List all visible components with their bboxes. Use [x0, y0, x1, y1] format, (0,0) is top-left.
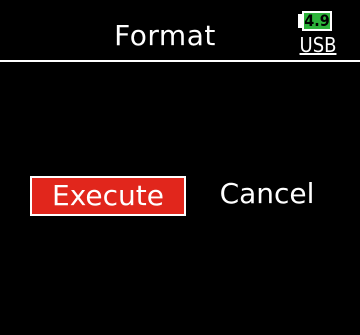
- header: Format 4.9 USB: [0, 0, 360, 60]
- execute-button[interactable]: Execute: [30, 176, 186, 216]
- header-divider: [0, 60, 360, 62]
- format-screen: Format 4.9 USB Execute Cancel: [0, 0, 360, 335]
- power-source-label: USB: [299, 33, 337, 57]
- battery-indicator: 4.9 USB: [298, 11, 338, 61]
- page-title: Format: [114, 19, 216, 52]
- battery-level: 4.9: [304, 11, 330, 30]
- cancel-button[interactable]: Cancel: [204, 176, 330, 216]
